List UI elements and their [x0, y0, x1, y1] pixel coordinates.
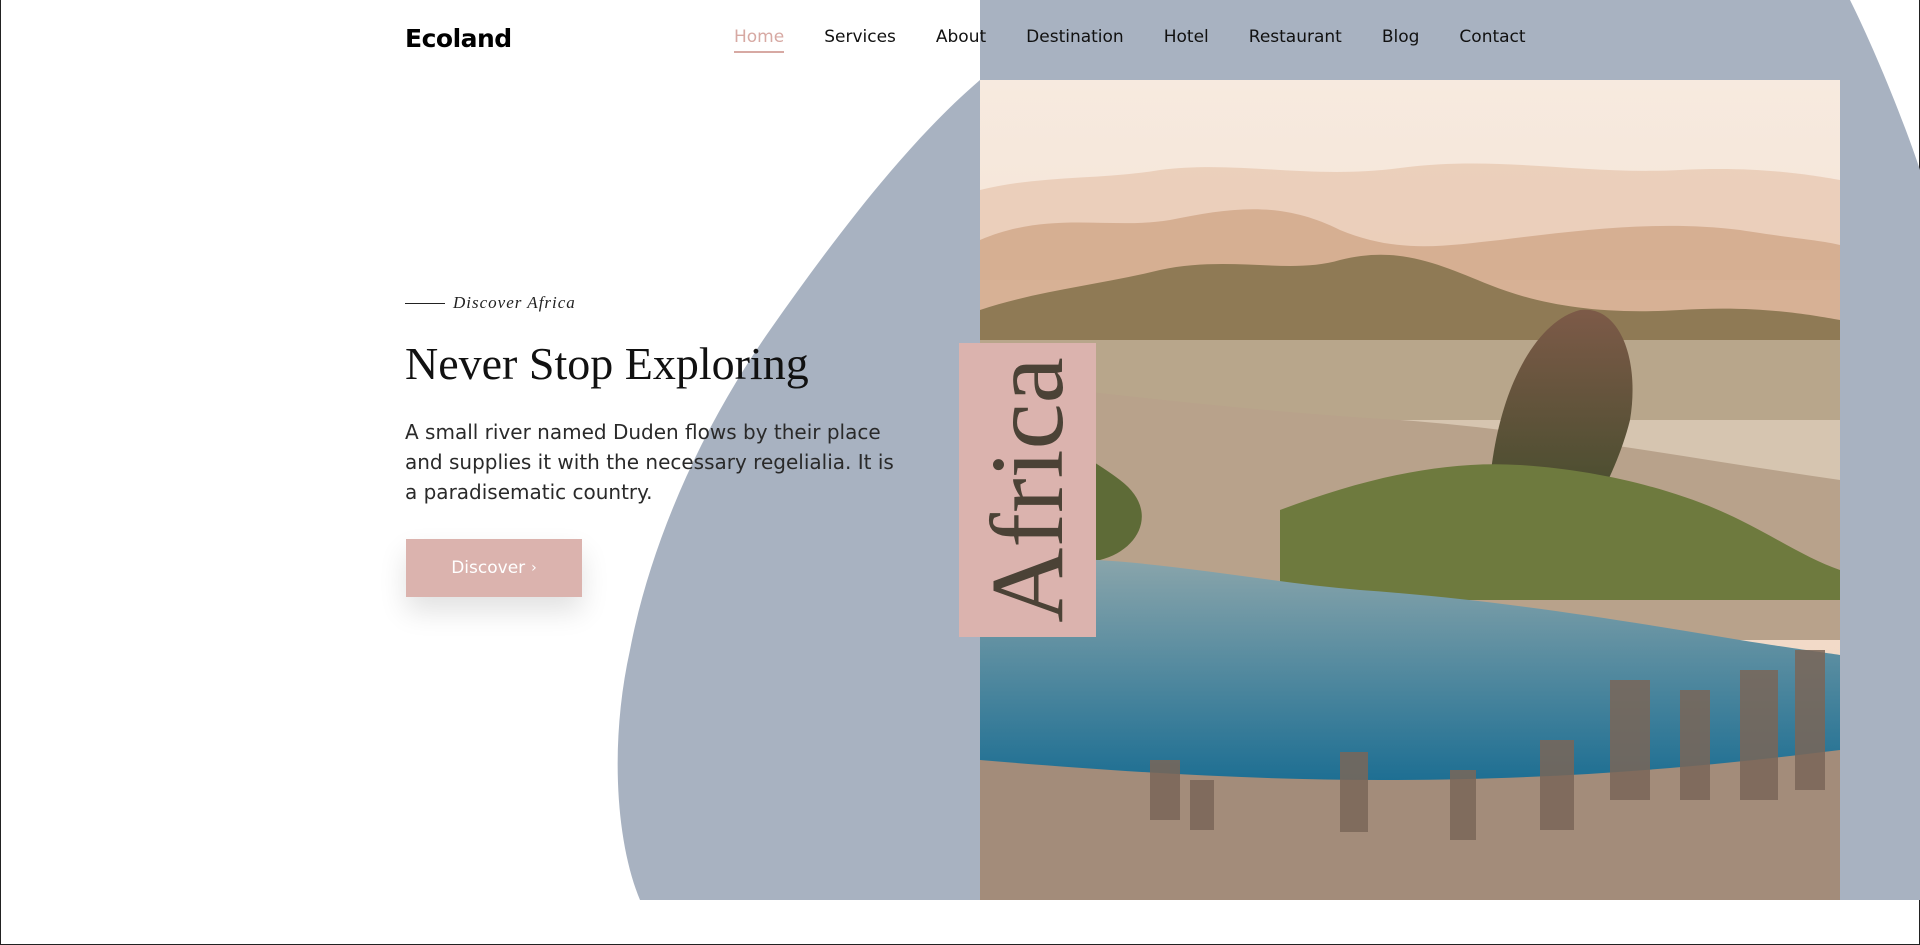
africa-vertical-tag: Africa	[959, 343, 1096, 637]
discover-button-label: Discover	[451, 558, 526, 578]
nav-services[interactable]: Services	[824, 27, 896, 53]
nav-destination[interactable]: Destination	[1026, 27, 1124, 53]
hero-eyebrow: Discover Africa	[405, 293, 576, 313]
eyebrow-text: Discover Africa	[453, 293, 576, 312]
nav-restaurant[interactable]: Restaurant	[1249, 27, 1342, 53]
discover-button[interactable]: Discover ›	[406, 539, 582, 597]
hero-headline: Never Stop Exploring	[405, 338, 809, 389]
nav-home[interactable]: Home	[734, 27, 785, 53]
africa-tag-label: Africa	[969, 357, 1085, 623]
main-nav: Home Services About Destination Hotel Re…	[734, 27, 1526, 53]
nav-blog[interactable]: Blog	[1382, 27, 1420, 53]
brand-logo[interactable]: Ecoland	[405, 24, 512, 53]
eyebrow-divider	[405, 302, 445, 304]
nav-about[interactable]: About	[936, 27, 986, 53]
nav-hotel[interactable]: Hotel	[1164, 27, 1209, 53]
nav-contact[interactable]: Contact	[1459, 27, 1525, 53]
hero-photo-rio-landscape	[980, 80, 1840, 900]
chevron-right-icon: ›	[531, 560, 537, 576]
hero-description: A small river named Duden flows by their…	[405, 420, 894, 504]
